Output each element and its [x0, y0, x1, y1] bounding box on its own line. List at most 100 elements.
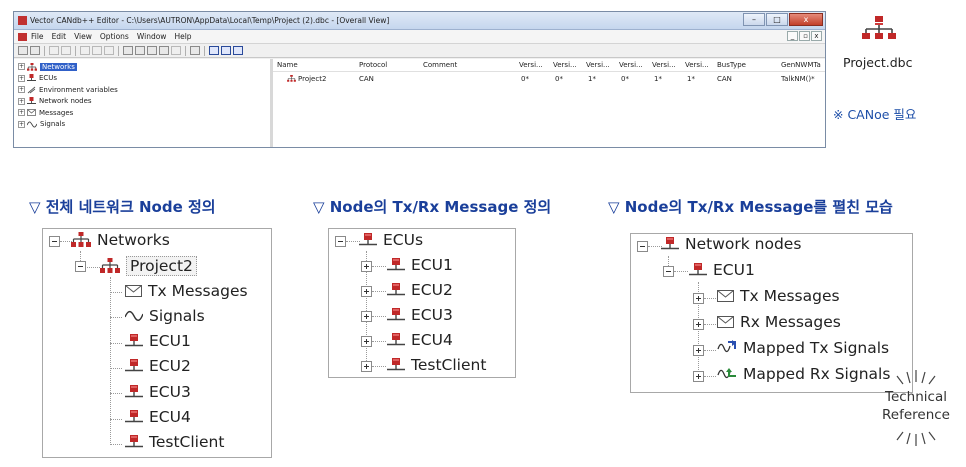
tree-item-signals[interactable]: + Signals — [18, 119, 266, 131]
column-header-name[interactable]: Name — [277, 61, 298, 69]
canoe-required-note: ※ CANoe 필요 — [833, 107, 917, 122]
collapse-toggle[interactable] — [637, 241, 648, 252]
page: Vector CANdb++ Editor - C:\Users\AUTRON\… — [0, 0, 966, 467]
editor-panes: + Networks + ECUs + Environment variable… — [14, 59, 825, 147]
column-header-version[interactable]: Versi... — [685, 61, 709, 69]
dbc-file-icon — [862, 16, 896, 46]
column-header-protocol[interactable]: Protocol — [359, 61, 387, 69]
view-detail-icon[interactable] — [147, 46, 157, 55]
tree-node-networks[interactable]: Networks — [71, 231, 170, 249]
column-header-version[interactable]: Versi... — [652, 61, 676, 69]
collapse-toggle[interactable] — [335, 236, 346, 247]
tree-node-ecu3[interactable]: ECU3 — [387, 306, 453, 324]
expand-toggle[interactable] — [693, 293, 704, 304]
tree-node-testclient[interactable]: TestClient — [387, 356, 486, 374]
paste-icon[interactable] — [61, 46, 71, 55]
expand-toggle[interactable]: + — [18, 74, 25, 82]
tree-item-ecus[interactable]: + ECUs — [18, 73, 266, 85]
menu-view[interactable]: View — [74, 32, 92, 41]
table-row[interactable]: Project2 CAN 0* 0* 1* 0* 1* 1* CAN TalkN… — [273, 72, 825, 85]
delete-icon[interactable] — [92, 46, 102, 55]
doc-minimize-button[interactable]: _ — [787, 31, 798, 41]
menu-options[interactable]: Options — [100, 32, 129, 41]
expand-toggle[interactable] — [361, 311, 372, 322]
tree-item-networks[interactable]: + Networks — [18, 61, 266, 73]
tree-node-project2[interactable]: Project2 — [100, 256, 197, 276]
column-header-comment[interactable]: Comment — [423, 61, 457, 69]
tree-node-tx-messages[interactable]: Tx Messages — [125, 282, 248, 300]
tree-node-testclient[interactable]: TestClient — [125, 433, 224, 451]
tree-item-network-nodes[interactable]: + Network nodes — [18, 96, 266, 108]
grid-header-row: Name Protocol Comment Versi... Versi... … — [273, 59, 825, 72]
expand-toggle[interactable] — [361, 286, 372, 297]
expand-toggle[interactable]: + — [18, 120, 25, 128]
menu-window[interactable]: Window — [137, 32, 167, 41]
column-header-version[interactable]: Versi... — [519, 61, 543, 69]
tree-item-messages[interactable]: + Messages — [18, 107, 266, 119]
tree-node-ecu2[interactable]: ECU2 — [387, 281, 453, 299]
tile-horizontal-icon[interactable] — [221, 46, 231, 55]
view-other-icon[interactable] — [171, 46, 181, 55]
tree-item-label: ECUs — [39, 74, 58, 83]
expand-toggle[interactable] — [361, 361, 372, 372]
menu-edit[interactable]: Edit — [52, 32, 67, 41]
toolbar-separator — [185, 45, 186, 56]
expand-toggle[interactable] — [693, 371, 704, 382]
minimize-button[interactable]: – — [743, 13, 765, 26]
tree-node-ecu1[interactable]: ECU1 — [387, 256, 453, 274]
collapse-toggle[interactable] — [49, 236, 60, 247]
column-header-bustype[interactable]: BusType — [717, 61, 746, 69]
tree-node-ecu4[interactable]: ECU4 — [125, 408, 191, 426]
grid-cell-bustype: CAN — [717, 74, 732, 83]
open-folder-icon[interactable] — [18, 46, 28, 55]
doc-restore-button[interactable]: ▫ — [799, 31, 810, 41]
tree-node-mapped-tx-signals[interactable]: Mapped Tx Signals — [717, 339, 889, 357]
tree-node-ecu1[interactable]: ECU1 — [125, 332, 191, 350]
tree-node-network-nodes[interactable]: Network nodes — [661, 235, 801, 253]
doc-close-button[interactable]: x — [811, 31, 822, 41]
column-header-version[interactable]: Versi... — [619, 61, 643, 69]
tile-vertical-icon[interactable] — [233, 46, 243, 55]
column-header-version[interactable]: Versi... — [586, 61, 610, 69]
properties-icon[interactable] — [104, 46, 114, 55]
tree-node-tx-messages[interactable]: Tx Messages — [717, 287, 840, 305]
tree-node-rx-messages[interactable]: Rx Messages — [717, 313, 841, 331]
copy-icon[interactable] — [49, 46, 59, 55]
expand-toggle[interactable] — [693, 319, 704, 330]
expand-toggle[interactable]: + — [18, 63, 25, 71]
collapse-toggle[interactable] — [663, 266, 674, 277]
tree-node-ecu1[interactable]: ECU1 — [689, 261, 755, 279]
networks-tree-panel: Networks Project2 Tx Messages Signals EC… — [42, 228, 272, 458]
view-table-icon[interactable] — [159, 46, 169, 55]
collapse-toggle[interactable] — [75, 261, 86, 272]
tree-node-ecu4[interactable]: ECU4 — [387, 331, 453, 349]
tree-node-ecu2[interactable]: ECU2 — [125, 357, 191, 375]
tree-node-ecu3[interactable]: ECU3 — [125, 383, 191, 401]
expand-toggle[interactable]: + — [18, 109, 25, 117]
expand-toggle[interactable] — [693, 345, 704, 356]
tree-item-environment-variables[interactable]: + Environment variables — [18, 84, 266, 96]
tree-node-mapped-rx-signals[interactable]: Mapped Rx Signals — [717, 365, 890, 383]
save-icon[interactable] — [30, 46, 40, 55]
message-envelope-icon — [27, 109, 36, 117]
expand-toggle[interactable] — [361, 261, 372, 272]
close-button[interactable]: x — [789, 13, 823, 26]
tree-node-ecus[interactable]: ECUs — [359, 231, 423, 249]
dbc-file-name[interactable]: Project.dbc — [843, 55, 912, 70]
column-header-version[interactable]: Versi... — [553, 61, 577, 69]
overall-view-tree: + Networks + ECUs + Environment variable… — [14, 59, 273, 147]
column-header-gennwmta[interactable]: GenNWMTa — [781, 61, 821, 69]
expand-toggle[interactable] — [361, 336, 372, 347]
view-grid-icon[interactable] — [135, 46, 145, 55]
sort-icon[interactable] — [190, 46, 200, 55]
new-object-icon[interactable] — [80, 46, 90, 55]
cascade-windows-icon[interactable] — [209, 46, 219, 55]
window-titlebar[interactable]: Vector CANdb++ Editor - C:\Users\AUTRON\… — [14, 12, 825, 30]
menu-help[interactable]: Help — [174, 32, 191, 41]
expand-toggle[interactable]: + — [18, 97, 25, 105]
maximize-button[interactable]: □ — [766, 13, 788, 26]
menu-file[interactable]: File — [31, 32, 44, 41]
expand-toggle[interactable]: + — [18, 86, 25, 94]
view-list-icon[interactable] — [123, 46, 133, 55]
tree-node-signals[interactable]: Signals — [125, 307, 205, 325]
